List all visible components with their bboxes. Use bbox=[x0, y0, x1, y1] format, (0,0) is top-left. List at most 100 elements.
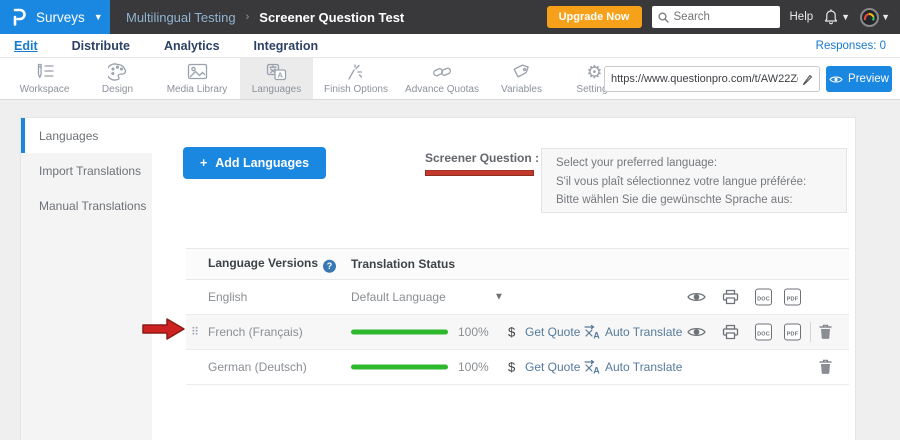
chain-links-icon bbox=[432, 63, 452, 81]
toolbar-workspace[interactable]: Workspace bbox=[8, 58, 81, 99]
preview-eye-icon[interactable] bbox=[687, 291, 706, 303]
toolbar-advance-quotas[interactable]: Advance Quotas bbox=[399, 58, 485, 99]
plus-icon: + bbox=[200, 156, 207, 170]
column-language-versions: Language Versions? bbox=[208, 256, 336, 273]
toolbar-media-library[interactable]: Media Library bbox=[154, 58, 240, 99]
tab-distribute[interactable]: Distribute bbox=[72, 39, 130, 53]
search-input[interactable] bbox=[674, 11, 764, 23]
get-quote-link[interactable]: Get Quote bbox=[525, 325, 580, 339]
upgrade-now-button[interactable]: Upgrade Now bbox=[547, 6, 642, 28]
auto-translate-link[interactable]: Auto Translate bbox=[605, 325, 682, 339]
top-bar: Surveys ▼ Multilingual Testing › Screene… bbox=[0, 0, 900, 34]
column-translation-status: Translation Status bbox=[351, 257, 455, 271]
translate-icon: A bbox=[584, 359, 601, 375]
surveys-menu[interactable]: Surveys ▼ bbox=[0, 0, 110, 34]
svg-text:A: A bbox=[593, 366, 600, 376]
breadcrumb-survey-name[interactable]: Multilingual Testing bbox=[126, 10, 236, 25]
table-header: Language Versions? Translation Status bbox=[186, 248, 849, 280]
red-arrow-annotation bbox=[141, 316, 187, 342]
delete-trash-icon[interactable] bbox=[819, 360, 832, 375]
table-row-french: ⠿ French (Français) 100% $ Get Quote A A… bbox=[186, 315, 849, 350]
languages-icon: A bbox=[266, 63, 287, 81]
languages-card: Languages Import Translations Manual Tra… bbox=[20, 117, 856, 440]
gear-icon: ⚙ bbox=[586, 63, 602, 81]
workspace-icon bbox=[34, 63, 55, 81]
breadcrumb-separator: › bbox=[246, 11, 250, 23]
avatar-logo-icon bbox=[863, 11, 876, 24]
screener-question-preview: Select your preferred language: S'il vou… bbox=[541, 148, 847, 213]
responses-count[interactable]: Responses: 0 bbox=[816, 40, 886, 52]
export-pdf-icon[interactable]: PDF bbox=[784, 324, 801, 341]
translation-progress-bar bbox=[351, 365, 448, 370]
drag-handle-icon[interactable]: ⠿ bbox=[191, 326, 199, 339]
screener-line-en: Select your preferred language: bbox=[556, 154, 832, 173]
global-search[interactable] bbox=[652, 6, 780, 28]
tab-integration[interactable]: Integration bbox=[254, 39, 319, 53]
account-menu[interactable]: ▼ bbox=[860, 8, 890, 27]
svg-text:A: A bbox=[593, 331, 600, 341]
language-versions-table: Language Versions? Translation Status En… bbox=[186, 248, 849, 385]
languages-page: Languages Import Translations Manual Tra… bbox=[0, 100, 900, 440]
table-row-german: German (Deutsch) 100% $ Get Quote A Auto… bbox=[186, 350, 849, 385]
screener-question-label: Screener Question : bbox=[425, 151, 539, 165]
sidebar-item-languages[interactable]: Languages bbox=[21, 118, 152, 153]
tab-analytics[interactable]: Analytics bbox=[164, 39, 220, 53]
preview-button[interactable]: Preview bbox=[826, 66, 892, 92]
edit-toolbar: Workspace Design Media Library bbox=[0, 58, 900, 100]
chevron-down-icon: ▼ bbox=[94, 13, 103, 22]
screener-line-fr: S'il vous plaît sélectionnez votre langu… bbox=[556, 173, 832, 192]
progress-percent: 100% bbox=[458, 325, 489, 339]
dollar-icon: $ bbox=[508, 325, 515, 340]
bell-icon bbox=[823, 9, 839, 26]
red-underline-annotation bbox=[425, 170, 534, 176]
translation-progress-bar bbox=[351, 330, 448, 335]
translate-icon: A bbox=[584, 324, 601, 340]
toolbar-design[interactable]: Design bbox=[81, 58, 154, 99]
help-link[interactable]: Help bbox=[790, 11, 814, 23]
sidebar-item-manual-translations[interactable]: Manual Translations bbox=[21, 188, 152, 223]
sidebar-item-import-translations[interactable]: Import Translations bbox=[21, 153, 152, 188]
chevron-down-icon: ▼ bbox=[881, 13, 890, 22]
magic-wand-icon bbox=[347, 63, 366, 81]
screener-line-de: Bitte wählen Sie die gewünschte Sprache … bbox=[556, 191, 832, 210]
questionpro-app: Surveys ▼ Multilingual Testing › Screene… bbox=[0, 0, 900, 440]
search-icon bbox=[658, 12, 669, 23]
table-row-english: English ▼ Default Language DOC PDF bbox=[186, 280, 849, 315]
tag-icon bbox=[512, 63, 531, 81]
language-name: German (Deutsch) bbox=[208, 360, 307, 374]
dollar-icon: $ bbox=[508, 360, 515, 375]
toolbar-languages[interactable]: A Languages bbox=[240, 58, 313, 99]
print-icon[interactable] bbox=[722, 290, 739, 305]
tab-edit[interactable]: Edit bbox=[14, 39, 38, 53]
breadcrumb-page-name: Screener Question Test bbox=[259, 10, 404, 25]
preview-eye-icon[interactable] bbox=[687, 326, 706, 338]
language-select-caret-icon[interactable]: ▼ bbox=[494, 292, 504, 303]
avatar bbox=[860, 8, 879, 27]
progress-percent: 100% bbox=[458, 360, 489, 374]
print-icon[interactable] bbox=[722, 325, 739, 340]
get-quote-link[interactable]: Get Quote bbox=[525, 360, 580, 374]
survey-url-field[interactable] bbox=[604, 66, 820, 92]
eye-icon bbox=[829, 75, 843, 84]
export-doc-icon[interactable]: DOC bbox=[755, 289, 772, 306]
language-name: French (Français) bbox=[208, 325, 303, 339]
survey-url-input[interactable] bbox=[611, 73, 798, 85]
languages-sidebar: Languages Import Translations Manual Tra… bbox=[21, 118, 152, 440]
help-question-icon[interactable]: ? bbox=[323, 259, 336, 272]
language-name: English bbox=[208, 290, 247, 304]
default-language-status: Default Language bbox=[351, 290, 446, 304]
toolbar-variables[interactable]: Variables bbox=[485, 58, 558, 99]
media-library-icon bbox=[187, 63, 208, 81]
delete-trash-icon[interactable] bbox=[819, 325, 832, 340]
auto-translate-link[interactable]: Auto Translate bbox=[605, 360, 682, 374]
svg-text:A: A bbox=[277, 70, 283, 79]
questionpro-logo-icon bbox=[12, 8, 27, 26]
export-doc-icon[interactable]: DOC bbox=[755, 324, 772, 341]
export-pdf-icon[interactable]: PDF bbox=[784, 289, 801, 306]
edit-pencil-icon[interactable] bbox=[802, 74, 813, 85]
breadcrumb: Multilingual Testing › Screener Question… bbox=[110, 10, 404, 25]
toolbar-finish-options[interactable]: Finish Options bbox=[313, 58, 399, 99]
topbar-right-group: Upgrade Now Help ▼ bbox=[547, 6, 900, 28]
notifications-menu[interactable]: ▼ bbox=[823, 9, 850, 26]
add-languages-button[interactable]: + Add Languages bbox=[183, 147, 326, 179]
